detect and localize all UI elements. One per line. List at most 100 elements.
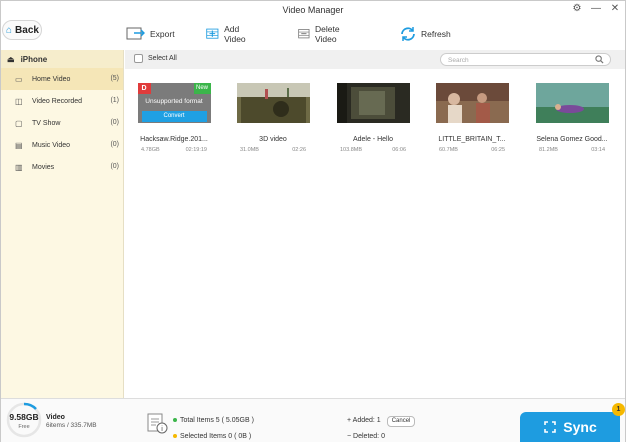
item-stats: Total Items 5 ( 5.05GB ) Selected Items … xyxy=(173,413,254,445)
sync-count-badge: 1 xyxy=(612,403,625,416)
added-row: + Added: 1 Cancel xyxy=(347,413,416,429)
sync-button[interactable]: Sync xyxy=(520,412,620,442)
pending-changes: + Added: 1 Cancel − Deleted: 0 xyxy=(347,413,416,445)
sync-label: Sync xyxy=(563,419,597,435)
video-card[interactable]: D New Unsupported format Convert Hacksaw… xyxy=(137,83,211,153)
search-icon[interactable] xyxy=(595,55,604,64)
total-items-row: Total Items 5 ( 5.05GB ) xyxy=(173,413,254,429)
sidebar-item-label: TV Show xyxy=(32,119,61,127)
video-name: LITTLE_BRITAIN_T... xyxy=(438,136,506,143)
document-info-icon: i xyxy=(147,413,168,434)
export-icon xyxy=(126,27,145,40)
video-card[interactable]: LITTLE_BRITAIN_T... 60.7MB 06:25 xyxy=(435,83,509,153)
unsupported-format-label: Unsupported format xyxy=(145,98,203,105)
window-controls: ⚙ — ✕ xyxy=(571,3,621,15)
delete-video-icon xyxy=(298,29,310,39)
video-name: Hacksaw.Ridge.201... xyxy=(140,136,208,143)
refresh-icon xyxy=(401,27,415,41)
video-size: 60.7MB xyxy=(439,147,458,153)
storage-gauge: 9.58GB Free xyxy=(6,402,42,438)
eject-icon: ⏏ xyxy=(7,54,15,64)
export-label: Export xyxy=(150,29,175,39)
thumbnail-image xyxy=(535,83,609,123)
sidebar-item-count: (0) xyxy=(110,141,119,148)
delete-video-label: Delete Video xyxy=(315,24,340,44)
total-items: Total Items 5 ( 5.05GB ) xyxy=(180,417,254,424)
sidebar-item-tv-show[interactable]: ▢ TV Show (0) xyxy=(1,112,123,134)
storage-usage: 6items / 335.7MB xyxy=(46,422,97,429)
added-count: Added: 1 xyxy=(352,417,381,424)
video-size: 31.0MB xyxy=(240,147,259,153)
add-video-icon xyxy=(206,28,219,39)
sidebar-item-video-recorded[interactable]: ◫ Video Recorded (1) xyxy=(1,90,123,112)
video-thumbnail[interactable] xyxy=(535,83,609,123)
video-thumbnail[interactable] xyxy=(236,83,310,123)
sidebar-item-count: (1) xyxy=(110,97,119,104)
convert-button[interactable]: Convert xyxy=(141,111,207,122)
search-placeholder: Search xyxy=(448,57,469,64)
video-card[interactable]: Adele - Hello 103.8MB 06:06 xyxy=(336,83,410,153)
new-badge: New xyxy=(193,83,211,94)
video-thumbnail[interactable]: D New Unsupported format Convert xyxy=(137,83,211,123)
thumbnail-image xyxy=(435,83,509,123)
sync-icon xyxy=(544,421,557,433)
video-meta: 103.8MB 06:06 xyxy=(336,147,410,153)
close-icon[interactable]: ✕ xyxy=(609,3,621,15)
video-duration: 06:06 xyxy=(392,147,406,153)
export-button[interactable]: Export xyxy=(126,23,175,45)
video-manager-window: Video Manager ⚙ — ✕ ⌂ Back Export Add Vi… xyxy=(0,0,626,442)
free-size: 9.58GB xyxy=(9,412,39,422)
status-bar: 9.58GB Free Video 6items / 335.7MB i Tot… xyxy=(1,398,625,442)
storage-category: Video xyxy=(46,414,65,421)
selected-items-row: Selected Items 0 ( 0B ) xyxy=(173,429,254,445)
video-card[interactable]: 3D video 31.0MB 02:26 xyxy=(236,83,310,153)
search-input[interactable]: Search xyxy=(440,53,611,66)
window-title: Video Manager xyxy=(282,5,344,15)
video-name: Adele - Hello xyxy=(352,136,394,143)
select-all[interactable]: Select All xyxy=(134,54,177,63)
add-video-button[interactable]: Add Video xyxy=(206,23,252,45)
video-name: Selena Gomez Good... xyxy=(536,136,608,143)
delete-video-button[interactable]: Delete Video xyxy=(298,23,347,45)
select-all-checkbox[interactable] xyxy=(134,54,143,63)
home-video-icon: ▭ xyxy=(15,74,23,84)
video-duration: 06:25 xyxy=(491,147,505,153)
thumbnail-image xyxy=(336,83,410,123)
video-recorded-icon: ◫ xyxy=(15,96,23,106)
video-duration: 02:19:19 xyxy=(185,147,207,153)
sidebar-device-header[interactable]: ⏏ iPhone xyxy=(1,50,123,68)
drm-badge: D xyxy=(137,83,151,94)
add-video-label: Add Video xyxy=(224,24,246,44)
device-name: iPhone xyxy=(20,54,48,64)
home-back-icon: ⌂ xyxy=(6,24,13,36)
video-duration: 02:26 xyxy=(292,147,306,153)
sidebar-item-label: Home Video xyxy=(32,75,71,83)
sidebar-item-count: (5) xyxy=(110,75,119,82)
minimize-icon[interactable]: — xyxy=(590,3,602,15)
sidebar-item-movies[interactable]: ▥ Movies (0) xyxy=(1,156,123,178)
video-thumbnail[interactable] xyxy=(435,83,509,123)
refresh-button[interactable]: Refresh xyxy=(399,23,451,45)
video-meta: 31.0MB 02:26 xyxy=(236,147,310,153)
video-thumbnail[interactable] xyxy=(336,83,410,123)
video-meta: 60.7MB 06:25 xyxy=(435,147,509,153)
back-button[interactable]: ⌂ Back xyxy=(2,20,42,40)
sidebar-item-home-video[interactable]: ▭ Home Video (5) xyxy=(1,68,123,90)
video-size: 103.8MB xyxy=(340,147,363,153)
video-name: 3D video xyxy=(259,136,287,143)
settings-icon[interactable]: ⚙ xyxy=(571,3,583,15)
refresh-label: Refresh xyxy=(421,29,451,39)
sidebar-item-music-video[interactable]: ▤ Music Video (0) xyxy=(1,134,123,156)
video-size: 4.78GB xyxy=(141,147,160,153)
deleted-count: Deleted: 0 xyxy=(353,433,385,440)
cancel-button[interactable]: Cancel xyxy=(386,416,416,427)
total-dot xyxy=(173,418,177,423)
deleted-row: − Deleted: 0 xyxy=(347,433,385,440)
video-content-area: Select All Search D New Unsupported form… xyxy=(125,50,625,398)
sidebar: ⏏ iPhone ▭ Home Video (5) ◫ Video Record… xyxy=(1,50,124,398)
video-meta: 81.2MB 03:14 xyxy=(535,147,609,153)
sidebar-item-count: (0) xyxy=(110,119,119,126)
video-size: 81.2MB xyxy=(539,147,558,153)
video-card[interactable]: Selena Gomez Good... 81.2MB 03:14 xyxy=(535,83,609,153)
sidebar-item-count: (0) xyxy=(110,163,119,170)
